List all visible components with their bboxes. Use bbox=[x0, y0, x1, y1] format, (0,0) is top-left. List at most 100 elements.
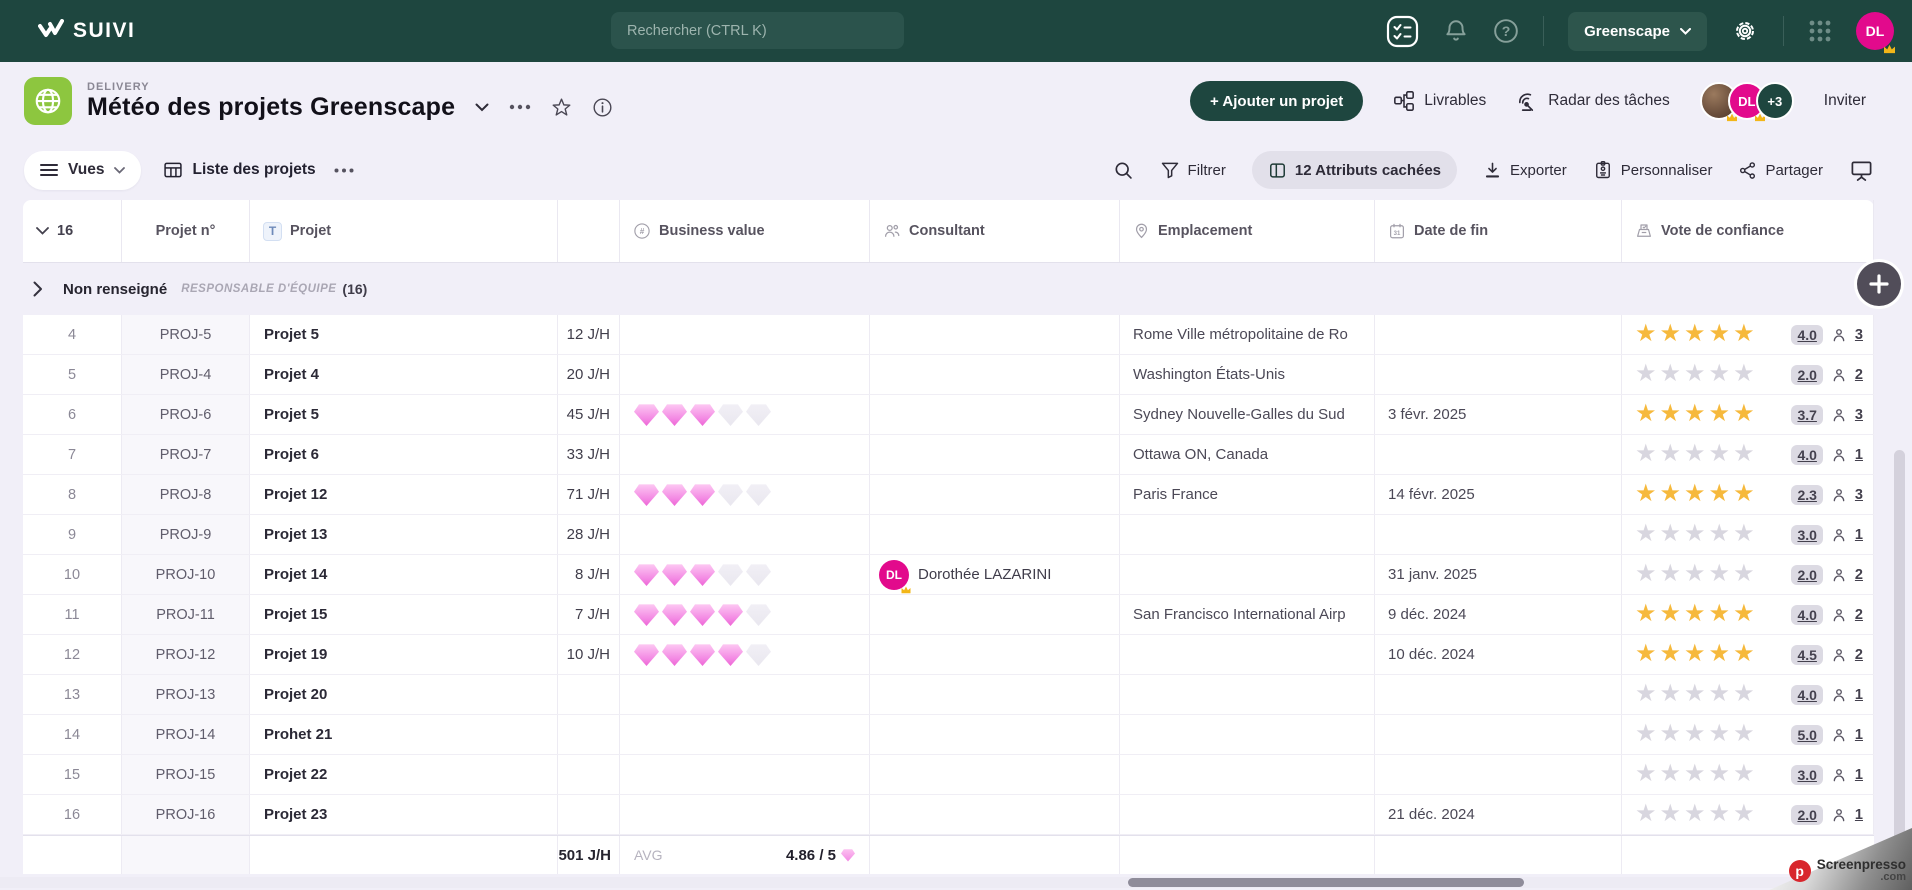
score-badge[interactable]: 4.5 bbox=[1791, 644, 1823, 665]
vote-count[interactable]: 1 bbox=[1855, 727, 1863, 743]
star-rating[interactable]: ★★★★★ bbox=[1635, 561, 1758, 585]
views-menu-button[interactable]: Vues bbox=[24, 150, 142, 190]
project-name-cell[interactable]: Projet 14 bbox=[250, 555, 558, 594]
project-id-cell[interactable]: PROJ-4 bbox=[122, 355, 250, 394]
score-badge[interactable]: 3.0 bbox=[1791, 764, 1823, 785]
end-date-cell[interactable]: 31 janv. 2025 bbox=[1375, 555, 1622, 594]
export-button[interactable]: Exporter bbox=[1483, 161, 1567, 180]
invite-button[interactable]: Inviter bbox=[1824, 92, 1866, 110]
star-rating[interactable]: ★★★★★ bbox=[1635, 321, 1758, 345]
view-more-icon[interactable] bbox=[334, 168, 354, 173]
column-header-project-no[interactable]: Projet n° bbox=[122, 200, 250, 262]
project-name-cell[interactable]: Projet 19 bbox=[250, 635, 558, 674]
project-name-cell[interactable]: Projet 6 bbox=[250, 435, 558, 474]
project-name-cell[interactable]: Projet 13 bbox=[250, 515, 558, 554]
confidence-vote-cell[interactable]: ★★★★★ 2.0 2 bbox=[1622, 355, 1874, 394]
table-row[interactable]: 8 PROJ-8 Projet 12 71 J/H Paris France 1… bbox=[23, 475, 1874, 515]
business-value-cell[interactable] bbox=[620, 435, 870, 474]
group-row[interactable]: Non renseigné RESPONSABLE D'ÉQUIPE (16) bbox=[0, 263, 1912, 315]
star-rating[interactable]: ★★★★★ bbox=[1635, 441, 1758, 465]
location-cell[interactable]: San Francisco International Airp bbox=[1120, 595, 1375, 634]
project-id-cell[interactable]: PROJ-7 bbox=[122, 435, 250, 474]
effort-cell[interactable]: 20 J/H bbox=[558, 355, 620, 394]
end-date-cell[interactable] bbox=[1375, 315, 1622, 354]
location-cell[interactable] bbox=[1120, 635, 1375, 674]
business-value-cell[interactable] bbox=[620, 555, 870, 594]
confidence-vote-cell[interactable]: ★★★★★ 3.0 1 bbox=[1622, 515, 1874, 554]
add-row-button[interactable] bbox=[1857, 262, 1901, 306]
business-value-cell[interactable] bbox=[620, 355, 870, 394]
score-badge[interactable]: 3.0 bbox=[1791, 524, 1823, 545]
confidence-vote-cell[interactable]: ★★★★★ 4.0 2 bbox=[1622, 595, 1874, 634]
location-cell[interactable]: Rome Ville métropolitaine de Ro bbox=[1120, 315, 1375, 354]
business-value-cell[interactable] bbox=[620, 635, 870, 674]
consultant-cell[interactable] bbox=[870, 675, 1120, 714]
confidence-vote-cell[interactable]: ★★★★★ 4.5 2 bbox=[1622, 635, 1874, 674]
consultant-cell[interactable] bbox=[870, 475, 1120, 514]
score-badge[interactable]: 4.0 bbox=[1791, 604, 1823, 625]
location-cell[interactable] bbox=[1120, 675, 1375, 714]
project-name-cell[interactable]: Projet 15 bbox=[250, 595, 558, 634]
vertical-scrollbar[interactable] bbox=[1894, 450, 1905, 845]
confidence-vote-cell[interactable]: ★★★★★ 4.0 1 bbox=[1622, 675, 1874, 714]
score-badge[interactable]: 2.0 bbox=[1791, 364, 1823, 385]
consultant-cell[interactable] bbox=[870, 515, 1120, 554]
end-date-cell[interactable]: 9 déc. 2024 bbox=[1375, 595, 1622, 634]
column-header-end-date[interactable]: 31 Date de fin bbox=[1375, 200, 1622, 262]
project-name-cell[interactable]: Projet 5 bbox=[250, 395, 558, 434]
member-avatars[interactable]: DL +3 bbox=[1699, 82, 1794, 122]
star-rating[interactable]: ★★★★★ bbox=[1635, 361, 1758, 385]
help-icon[interactable]: ? bbox=[1493, 18, 1519, 44]
project-id-cell[interactable]: PROJ-10 bbox=[122, 555, 250, 594]
business-value-cell[interactable] bbox=[620, 595, 870, 634]
effort-cell[interactable]: 45 J/H bbox=[558, 395, 620, 434]
table-row[interactable]: 11 PROJ-11 Projet 15 7 J/H San Francisco… bbox=[23, 595, 1874, 635]
consultant-cell[interactable] bbox=[870, 395, 1120, 434]
consultant-cell[interactable] bbox=[870, 355, 1120, 394]
vote-count[interactable]: 2 bbox=[1855, 647, 1863, 663]
table-row[interactable]: 15 PROJ-15 Projet 22 ★★★★★ 3.0 1 bbox=[23, 755, 1874, 795]
add-project-button[interactable]: + Ajouter un projet bbox=[1190, 81, 1364, 121]
column-header-blank[interactable] bbox=[558, 200, 620, 262]
business-value-cell[interactable] bbox=[620, 515, 870, 554]
project-name-cell[interactable]: Projet 5 bbox=[250, 315, 558, 354]
project-id-cell[interactable]: PROJ-14 bbox=[122, 715, 250, 754]
effort-cell[interactable]: 10 J/H bbox=[558, 635, 620, 674]
effort-cell[interactable]: 7 J/H bbox=[558, 595, 620, 634]
confidence-vote-cell[interactable]: ★★★★★ 4.0 1 bbox=[1622, 435, 1874, 474]
effort-cell[interactable]: 12 J/H bbox=[558, 315, 620, 354]
score-badge[interactable]: 4.0 bbox=[1791, 684, 1823, 705]
column-header-consultant[interactable]: Consultant bbox=[870, 200, 1120, 262]
score-badge[interactable]: 2.3 bbox=[1791, 484, 1823, 505]
location-cell[interactable]: Paris France bbox=[1120, 475, 1375, 514]
header-count-cell[interactable]: 16 bbox=[23, 200, 122, 262]
share-button[interactable]: Partager bbox=[1738, 161, 1823, 180]
vote-count[interactable]: 1 bbox=[1855, 447, 1863, 463]
project-id-cell[interactable]: PROJ-16 bbox=[122, 795, 250, 834]
user-avatar[interactable]: DL bbox=[1856, 12, 1895, 54]
vote-count[interactable]: 2 bbox=[1855, 567, 1863, 583]
effort-cell[interactable]: 33 J/H bbox=[558, 435, 620, 474]
table-row[interactable]: 13 PROJ-13 Projet 20 ★★★★★ 4.0 1 bbox=[23, 675, 1874, 715]
score-badge[interactable]: 5.0 bbox=[1791, 724, 1823, 745]
score-badge[interactable]: 3.7 bbox=[1791, 404, 1823, 425]
star-rating[interactable]: ★★★★★ bbox=[1635, 521, 1758, 545]
table-row[interactable]: 10 PROJ-10 Projet 14 8 J/H DL Dorothée L… bbox=[23, 555, 1874, 595]
end-date-cell[interactable] bbox=[1375, 355, 1622, 394]
star-rating[interactable]: ★★★★★ bbox=[1635, 721, 1758, 745]
star-rating[interactable]: ★★★★★ bbox=[1635, 801, 1758, 825]
tasks-checklist-icon[interactable] bbox=[1386, 15, 1419, 48]
confidence-vote-cell[interactable]: ★★★★★ 4.0 3 bbox=[1622, 315, 1874, 354]
location-cell[interactable] bbox=[1120, 515, 1375, 554]
search-icon[interactable] bbox=[1113, 160, 1134, 181]
consultant-cell[interactable] bbox=[870, 795, 1120, 834]
notifications-bell-icon[interactable] bbox=[1443, 18, 1469, 44]
vote-count[interactable]: 1 bbox=[1855, 687, 1863, 703]
end-date-cell[interactable] bbox=[1375, 755, 1622, 794]
effort-cell[interactable] bbox=[558, 675, 620, 714]
score-badge[interactable]: 4.0 bbox=[1791, 444, 1823, 465]
location-cell[interactable] bbox=[1120, 715, 1375, 754]
hidden-attributes-button[interactable]: 12 Attributs cachées bbox=[1251, 151, 1458, 189]
livrables-button[interactable]: Livrables bbox=[1393, 90, 1486, 112]
location-cell[interactable] bbox=[1120, 755, 1375, 794]
